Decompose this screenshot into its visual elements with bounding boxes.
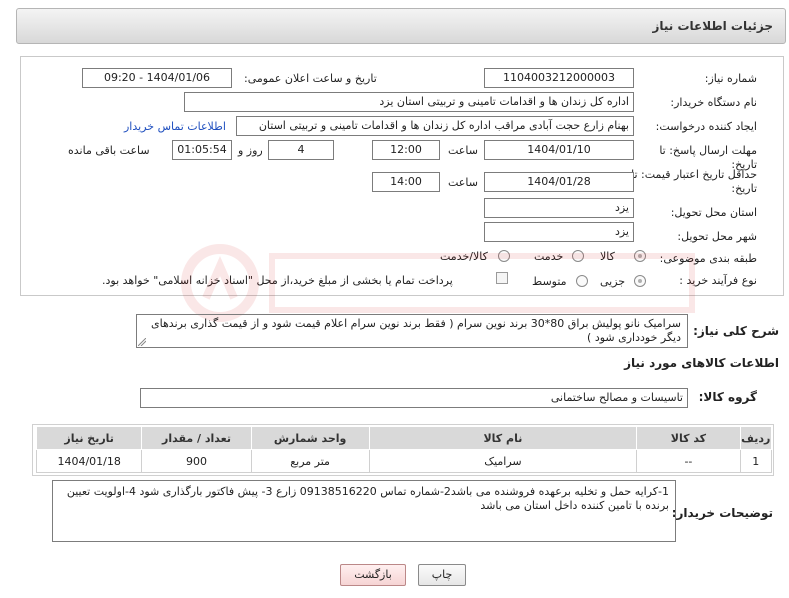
category-goods-label: کالا	[600, 250, 615, 263]
column-header: واحد شمارش	[250, 426, 370, 450]
category-label: طبقه بندی موضوعی:	[659, 252, 757, 265]
description-label: شرح کلی نیاز:	[693, 324, 779, 338]
creator-field: بهنام زارع حجت آبادی مراقب اداره کل زندا…	[236, 116, 634, 136]
announce-date-label: تاریخ و ساعت اعلان عمومی:	[244, 72, 377, 85]
validity-date-field: 1404/01/28	[484, 172, 634, 192]
time-remaining-label: ساعت باقی مانده	[68, 144, 150, 157]
page-title: جزئیات اطلاعات نیاز	[652, 19, 773, 33]
description-field: سرامیک نانو پولیش براق 80*30 برند نوین س…	[136, 314, 688, 348]
validity-time-field: 14:00	[372, 172, 440, 192]
back-button[interactable]: بازگشت	[340, 564, 406, 586]
buyer-notes-label: توضیحات خریدار:	[671, 506, 773, 520]
city-label: شهر محل تحویل:	[677, 230, 757, 243]
page-header: جزئیات اطلاعات نیاز	[16, 8, 786, 44]
need-number-label: شماره نیاز:	[704, 72, 757, 85]
column-header: تاریخ نیاز	[35, 426, 143, 450]
column-header: ردیف	[739, 426, 773, 450]
category-both-label: کالا/خدمت	[440, 250, 488, 263]
category-service-label: خدمت	[534, 250, 564, 263]
print-button[interactable]: چاپ	[418, 564, 466, 586]
item-need-date: 1404/01/18	[35, 449, 143, 473]
item-unit: متر مربع	[250, 449, 370, 473]
buyer-org-label: نام دستگاه خریدار:	[670, 96, 757, 109]
goods-section-title: اطلاعات کالاهای مورد نیاز	[624, 356, 779, 370]
purchase-medium-label: متوسط	[532, 275, 567, 288]
column-header: تعداد / مقدار	[141, 426, 252, 450]
treasury-payment-text: پرداخت تمام یا بخشی از مبلغ خرید،از محل …	[102, 274, 453, 287]
deadline-time-field: 12:00	[372, 140, 440, 160]
category-both-radio[interactable]	[498, 250, 510, 262]
validity-time-label: ساعت	[448, 176, 478, 189]
days-label: روز و	[238, 144, 263, 157]
creator-label: ایجاد کننده درخواست:	[655, 120, 757, 133]
column-header: کد کالا	[636, 426, 741, 450]
resize-handle-icon[interactable]	[138, 338, 146, 346]
treasury-checkbox[interactable]	[496, 272, 508, 284]
row-index: 1	[739, 449, 773, 473]
validity-label-date: تاریخ:	[731, 182, 757, 195]
purchase-type-label: نوع فرآیند خرید :	[679, 274, 757, 287]
province-field: یزد	[484, 198, 634, 218]
deadline-time-label: ساعت	[448, 144, 478, 157]
days-remaining-field: 4	[268, 140, 334, 160]
category-service-radio[interactable]	[572, 250, 584, 262]
purchase-medium-radio[interactable]	[576, 275, 588, 287]
buyer-org-field: اداره کل زندان ها و اقدامات تامینی و ترب…	[184, 92, 634, 112]
category-goods-radio[interactable]	[634, 250, 646, 262]
purchase-minor-radio[interactable]	[634, 275, 646, 287]
announce-date-field: 1404/01/06 - 09:20	[82, 68, 232, 88]
deadline-label: مهلت ارسال پاسخ: تا	[659, 144, 757, 157]
deadline-date-field: 1404/01/10	[484, 140, 634, 160]
province-label: استان محل تحویل:	[670, 206, 757, 219]
table-row: 1 -- سرامیک متر مربع 900 1404/01/18	[35, 449, 773, 473]
item-name: سرامیک	[368, 449, 638, 473]
city-field: یزد	[484, 222, 634, 242]
goods-group-field: تاسیسات و مصالح ساختمانی	[140, 388, 688, 408]
buyer-contact-link[interactable]: اطلاعات تماس خریدار	[124, 120, 226, 133]
need-number-field: 1104003212000003	[484, 68, 634, 88]
item-code: --	[636, 449, 741, 473]
item-quantity: 900	[141, 449, 252, 473]
column-header: نام کالا	[368, 426, 638, 450]
validity-label: حداقل تاریخ اعتبار قیمت: تا	[631, 168, 757, 181]
buyer-notes-field: 1-کرایه حمل و تخلیه برعهده فروشنده می با…	[52, 480, 676, 542]
purchase-minor-label: جزیی	[600, 275, 626, 288]
goods-table: ردیف کد کالا نام کالا واحد شمارش تعداد /…	[35, 426, 773, 473]
goods-group-label: گروه کالا:	[698, 390, 757, 404]
time-remaining-field: 01:05:54	[172, 140, 232, 160]
